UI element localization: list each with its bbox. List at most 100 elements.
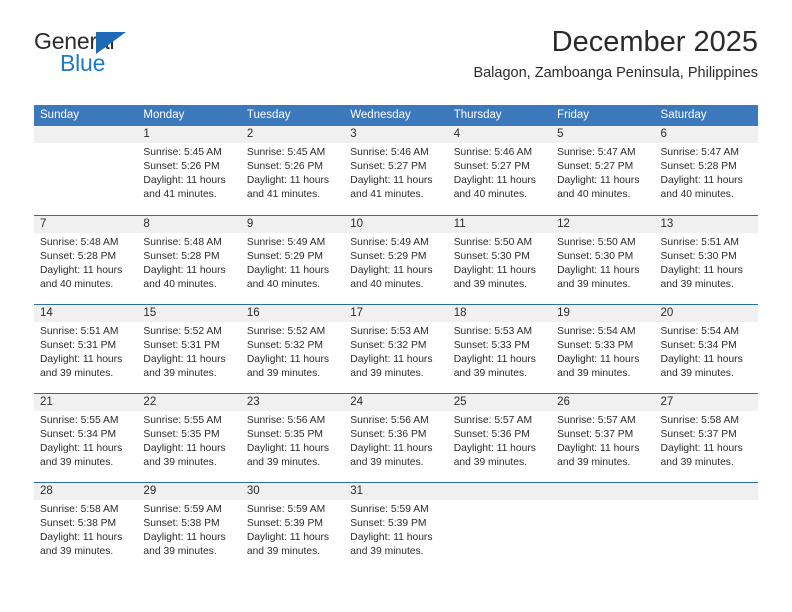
day-cell[interactable]: 22 Sunrise: 5:55 AM Sunset: 5:35 PM Dayligh… — [137, 394, 240, 482]
day-number: 7 — [40, 218, 47, 230]
day-cell[interactable]: 18 Sunrise: 5:53 AM Sunset: 5:33 PM Dayligh… — [448, 305, 551, 393]
day-sunrise-text: Sunrise: 5:53 AM — [453, 326, 533, 337]
day-number — [661, 483, 752, 500]
day-details: Sunrise: 5:52 AM Sunset: 5:32 PM Daylight:… — [247, 325, 338, 381]
day-cell[interactable]: 16 Sunrise: 5:52 AM Sunset: 5:32 PM Dayligh… — [241, 305, 344, 393]
day-daylight-line2-text: and 39 minutes. — [350, 457, 424, 468]
day-cell[interactable]: 20 Sunrise: 5:54 AM Sunset: 5:34 PM Dayligh… — [655, 305, 758, 393]
day-sunrise-text: Sunrise: 5:52 AM — [143, 326, 222, 337]
day-cell[interactable]: 23 Sunrise: 5:56 AM Sunset: 5:35 PM Dayligh… — [241, 394, 344, 482]
day-daylight-line1-text: Daylight: 11 hours — [246, 265, 330, 276]
day-sunset-text: Sunset: 5:27 PM — [350, 161, 427, 172]
day-daylight-line2-text: and 39 minutes. — [143, 457, 217, 468]
day-cell[interactable]: 8 Sunrise: 5:48 AM Sunset: 5:28 PM Daylight… — [137, 216, 240, 304]
day-cell[interactable]: 19 Sunrise: 5:54 AM Sunset: 5:33 PM Dayligh… — [551, 305, 654, 393]
day-sunset-text: Sunset: 5:39 PM — [350, 518, 427, 529]
day-cell[interactable]: 29 Sunrise: 5:59 AM Sunset: 5:38 PM Dayligh… — [137, 483, 240, 571]
day-number — [40, 126, 131, 143]
day-number: 30 — [246, 485, 260, 497]
day-daylight-line2-text: and 40 minutes. — [453, 189, 527, 200]
day-cell[interactable]: 4 Sunrise: 5:46 AM Sunset: 5:27 PM Daylight… — [448, 126, 551, 215]
day-daylight-line2-text: and 39 minutes. — [40, 368, 114, 379]
day-cell-empty — [448, 483, 551, 571]
day-number: 23 — [246, 396, 260, 408]
day-daylight-line2-text: and 39 minutes. — [557, 368, 631, 379]
day-daylight-line1-text: Daylight: 11 hours — [660, 354, 743, 365]
day-daylight-line1-text: Daylight: 11 hours — [660, 265, 743, 276]
day-cell-empty — [34, 126, 137, 215]
day-sunset-text: Sunset: 5:27 PM — [453, 161, 530, 172]
day-cell[interactable]: 17 Sunrise: 5:53 AM Sunset: 5:32 PM Dayligh… — [344, 305, 447, 393]
day-number: 1 — [143, 128, 150, 140]
day-daylight-line1-text: Daylight: 11 hours — [40, 443, 123, 454]
day-daylight-line2-text: and 39 minutes. — [143, 546, 217, 557]
day-sunrise-text: Sunrise: 5:59 AM — [246, 504, 326, 515]
day-details: Sunrise: 5:46 AM Sunset: 5:27 PM Daylight:… — [454, 146, 545, 202]
day-cell[interactable]: 10 Sunrise: 5:49 AM Sunset: 5:29 PM Dayligh… — [344, 216, 447, 304]
day-sunrise-text: Sunrise: 5:45 AM — [143, 147, 222, 158]
day-sunset-text: Sunset: 5:36 PM — [453, 429, 530, 440]
day-number: 11 — [453, 218, 466, 230]
day-number: 25 — [453, 396, 467, 408]
day-sunset-text: Sunset: 5:28 PM — [660, 161, 737, 172]
day-cell[interactable]: 13 Sunrise: 5:51 AM Sunset: 5:30 PM Dayligh… — [655, 216, 758, 304]
day-details: Sunrise: 5:58 AM Sunset: 5:37 PM Daylight:… — [661, 414, 752, 470]
day-sunset-text: Sunset: 5:30 PM — [557, 251, 634, 262]
day-cell[interactable]: 14 Sunrise: 5:51 AM Sunset: 5:31 PM Dayligh… — [34, 305, 137, 393]
calendar-grid: Sunday Monday Tuesday Wednesday Thursday Frid… — [34, 105, 758, 571]
day-number: 17 — [350, 307, 364, 319]
day-daylight-line2-text: and 39 minutes. — [453, 368, 527, 379]
day-cell[interactable]: 31 Sunrise: 5:59 AM Sunset: 5:39 PM Dayligh… — [344, 483, 447, 571]
day-cell[interactable]: 1 Sunrise: 5:45 AM Sunset: 5:26 PM Daylight… — [137, 126, 240, 215]
day-cell[interactable]: 26 Sunrise: 5:57 AM Sunset: 5:37 PM Dayligh… — [551, 394, 654, 482]
day-cell[interactable]: 21 Sunrise: 5:55 AM Sunset: 5:34 PM Dayligh… — [34, 394, 137, 482]
day-cell[interactable]: 9 Sunrise: 5:49 AM Sunset: 5:29 PM Daylight… — [241, 216, 344, 304]
day-sunrise-text: Sunrise: 5:46 AM — [350, 147, 429, 158]
day-details: Sunrise: 5:47 AM Sunset: 5:28 PM Daylight:… — [661, 146, 752, 202]
day-cell[interactable]: 28 Sunrise: 5:58 AM Sunset: 5:38 PM Dayligh… — [34, 483, 137, 571]
day-cell[interactable]: 24 Sunrise: 5:56 AM Sunset: 5:36 PM Dayligh… — [344, 394, 447, 482]
calendar-week-row: 21 Sunrise: 5:55 AM Sunset: 5:34 PM Dayligh… — [34, 393, 758, 482]
weekday-header-wednesday: Wednesday — [350, 109, 411, 121]
calendar-page: General Blue December 2025 Balagon, Zamb… — [0, 0, 792, 612]
day-sunset-text: Sunset: 5:38 PM — [143, 518, 220, 529]
day-details: Sunrise: 5:54 AM Sunset: 5:34 PM Daylight:… — [661, 325, 752, 381]
logo-text-blue: Blue — [60, 50, 106, 76]
day-cell[interactable]: 11 Sunrise: 5:50 AM Sunset: 5:30 PM Dayligh… — [448, 216, 551, 304]
day-cell[interactable]: 15 Sunrise: 5:52 AM Sunset: 5:31 PM Dayligh… — [137, 305, 240, 393]
day-cell[interactable]: 27 Sunrise: 5:58 AM Sunset: 5:37 PM Dayligh… — [655, 394, 758, 482]
day-daylight-line1-text: Daylight: 11 hours — [40, 354, 123, 365]
day-cell[interactable]: 5 Sunrise: 5:47 AM Sunset: 5:27 PM Daylight… — [551, 126, 654, 215]
day-daylight-line2-text: and 40 minutes. — [40, 279, 114, 290]
day-cell[interactable]: 7 Sunrise: 5:48 AM Sunset: 5:28 PM Daylight… — [34, 216, 137, 304]
day-daylight-line2-text: and 39 minutes. — [40, 457, 114, 468]
day-daylight-line2-text: and 39 minutes. — [660, 368, 734, 379]
general-blue-logo[interactable]: General Blue — [34, 28, 214, 84]
day-daylight-line2-text: and 39 minutes. — [557, 279, 631, 290]
day-number: 14 — [40, 307, 53, 319]
day-daylight-line2-text: and 39 minutes. — [246, 546, 321, 557]
day-number: 22 — [143, 396, 157, 408]
day-cell[interactable]: 25 Sunrise: 5:57 AM Sunset: 5:36 PM Dayligh… — [448, 394, 551, 482]
day-cell[interactable]: 30 Sunrise: 5:59 AM Sunset: 5:39 PM Dayligh… — [241, 483, 344, 571]
day-daylight-line2-text: and 40 minutes. — [350, 279, 424, 290]
day-number: 6 — [660, 128, 667, 140]
day-daylight-line1-text: Daylight: 11 hours — [453, 175, 536, 186]
day-sunset-text: Sunset: 5:31 PM — [40, 340, 117, 351]
day-daylight-line1-text: Daylight: 11 hours — [246, 175, 330, 186]
weekday-header-saturday: Saturday — [660, 109, 707, 121]
day-number — [557, 483, 648, 500]
title-block: December 2025 Balagon, Zamboanga Peninsu… — [198, 24, 758, 84]
day-cell[interactable]: 12 Sunrise: 5:50 AM Sunset: 5:30 PM Dayligh… — [551, 216, 654, 304]
day-daylight-line1-text: Daylight: 11 hours — [143, 532, 226, 543]
day-daylight-line2-text: and 40 minutes. — [246, 279, 321, 290]
day-cell[interactable]: 3 Sunrise: 5:46 AM Sunset: 5:27 PM Daylight… — [344, 126, 447, 215]
day-cell[interactable]: 6 Sunrise: 5:47 AM Sunset: 5:28 PM Daylight… — [655, 126, 758, 215]
day-sunrise-text: Sunrise: 5:48 AM — [143, 237, 222, 248]
day-details: Sunrise: 5:59 AM Sunset: 5:39 PM Daylight:… — [247, 503, 338, 559]
day-cell[interactable]: 2 Sunrise: 5:45 AM Sunset: 5:26 PM Daylight… — [241, 126, 344, 215]
day-details: Sunrise: 5:48 AM Sunset: 5:28 PM Daylight:… — [40, 236, 131, 292]
day-sunrise-text: Sunrise: 5:59 AM — [143, 504, 222, 515]
day-daylight-line2-text: and 39 minutes. — [557, 457, 631, 468]
day-daylight-line1-text: Daylight: 11 hours — [557, 265, 640, 276]
